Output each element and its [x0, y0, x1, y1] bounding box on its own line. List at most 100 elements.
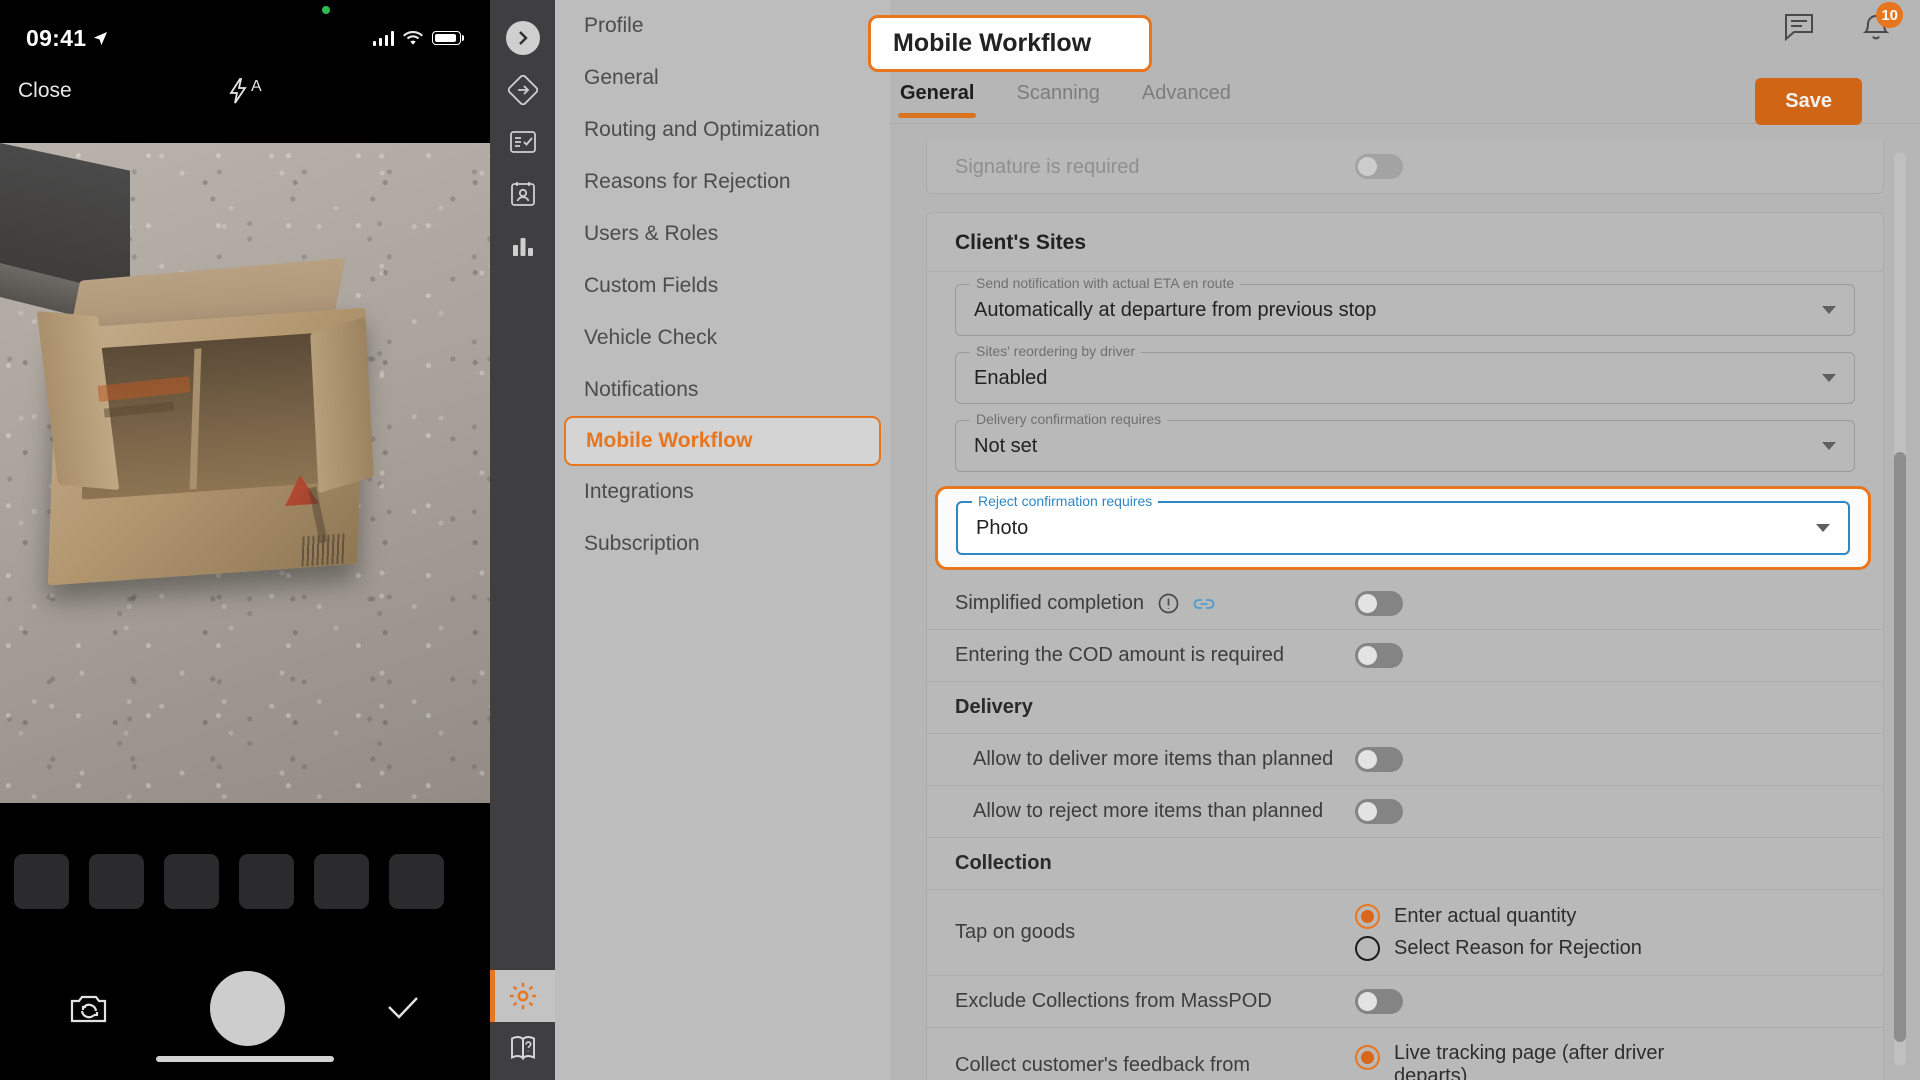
link-icon[interactable]	[1193, 596, 1215, 612]
photo-thumbnail[interactable]	[239, 854, 294, 909]
signal-bars-icon	[372, 30, 394, 46]
row-simplified-completion: Simplified completion	[927, 578, 1883, 630]
tap-on-goods-label: Tap on goods	[955, 921, 1076, 943]
photo-thumbnail-strip[interactable]	[14, 854, 444, 909]
field-value: Photo	[976, 516, 1029, 539]
reject-more-items-toggle[interactable]	[1355, 799, 1403, 824]
scrollbar-thumb[interactable]	[1894, 452, 1906, 1042]
signature-required-label: Signature is required	[955, 156, 1140, 178]
topbar-icons: 10	[1784, 2, 1903, 47]
tab-scanning[interactable]: Scanning	[1016, 82, 1099, 117]
heading-delivery: Delivery	[927, 682, 1883, 734]
bar-chart-icon[interactable]	[490, 220, 555, 272]
status-right-group	[372, 30, 464, 46]
field-legend: Send notification with actual ETA en rou…	[970, 275, 1241, 291]
exclude-collections-label: Exclude Collections from MassPOD	[955, 990, 1272, 1012]
field-value: Not set	[974, 434, 1038, 457]
shutter-button[interactable]	[209, 970, 285, 1046]
radio-button[interactable]	[1355, 904, 1380, 929]
icon-rail	[490, 0, 555, 1080]
info-icon[interactable]	[1158, 593, 1179, 614]
deliver-more-items-label: Allow to deliver more items than planned	[973, 748, 1334, 770]
signature-required-toggle[interactable]	[1355, 154, 1403, 179]
wifi-icon	[403, 30, 423, 45]
gear-icon[interactable]	[490, 970, 555, 1022]
radio-label: Enter actual quantity	[1394, 905, 1577, 927]
cardboard-box	[36, 257, 382, 603]
sidebar-item-users-roles[interactable]: Users & Roles	[555, 208, 890, 260]
camera-viewfinder	[0, 143, 490, 803]
photo-thumbnail[interactable]	[14, 854, 69, 909]
section-title-clients-sites: Client's Sites	[955, 231, 1087, 254]
row-tap-on-goods: Tap on goods Enter actual quantity Selec…	[927, 890, 1883, 976]
radio-button[interactable]	[1355, 936, 1380, 961]
radio-option-live-tracking-page[interactable]: Live tracking page (after driver departs…	[1355, 1042, 1665, 1080]
field-delivery-confirmation[interactable]: Delivery confirmation requires Not set	[927, 408, 1883, 476]
chevron-down-icon[interactable]	[1822, 374, 1836, 382]
radio-label: Live tracking page (after driver departs…	[1394, 1042, 1665, 1080]
field-reject-confirmation[interactable]: Reject confirmation requires Photo	[935, 486, 1871, 570]
sidebar-item-integrations[interactable]: Integrations	[555, 466, 890, 518]
settings-scroll-area[interactable]: Signature is required Client's Sites Sen…	[890, 140, 1920, 1080]
photo-thumbnail[interactable]	[314, 854, 369, 909]
scrollbar-track[interactable]	[1894, 152, 1906, 1066]
field-value: Automatically at departure from previous…	[974, 298, 1377, 321]
tab-advanced[interactable]: Advanced	[1142, 82, 1231, 117]
sidebar-item-routing[interactable]: Routing and Optimization	[555, 104, 890, 156]
sidebar-item-general[interactable]: General	[555, 52, 890, 104]
route-icon[interactable]	[490, 64, 555, 116]
photo-thumbnail[interactable]	[164, 854, 219, 909]
cod-amount-toggle[interactable]	[1355, 643, 1403, 668]
photo-thumbnail[interactable]	[89, 854, 144, 909]
camera-flip-icon[interactable]	[70, 992, 108, 1025]
sidebar-item-custom-fields[interactable]: Custom Fields	[555, 260, 890, 312]
field-sites-reordering[interactable]: Sites' reordering by driver Enabled	[927, 340, 1883, 408]
sidebar-item-notifications[interactable]: Notifications	[555, 364, 890, 416]
bell-icon[interactable]: 10	[1862, 2, 1903, 47]
page-title: Mobile Workflow	[868, 15, 1153, 72]
camera-top-bar: Close A	[0, 62, 490, 120]
settings-menu: Profile General Routing and Optimization…	[555, 0, 890, 1080]
flash-auto-icon[interactable]: A	[228, 78, 262, 105]
main-content: Mobile Workflow 10 General Scanning Adva…	[868, 0, 1920, 1080]
radio-option-select-reason[interactable]: Select Reason for Rejection	[1355, 936, 1642, 961]
sidebar-item-reasons[interactable]: Reasons for Rejection	[555, 156, 890, 208]
camera-close-button[interactable]: Close	[18, 79, 72, 103]
sidebar-item-subscription[interactable]: Subscription	[555, 518, 890, 570]
row-exclude-collections: Exclude Collections from MassPOD	[927, 976, 1883, 1028]
radio-option-enter-actual-quantity[interactable]: Enter actual quantity	[1355, 904, 1642, 929]
collapse-chevron-icon[interactable]	[490, 12, 555, 64]
camera-bottom-bar	[0, 803, 490, 1080]
row-deliver-more-items: Allow to deliver more items than planned	[927, 734, 1883, 786]
status-time: 09:41	[26, 24, 87, 51]
photo-thumbnail[interactable]	[389, 854, 444, 909]
chevron-down-icon[interactable]	[1816, 524, 1830, 532]
chevron-down-icon[interactable]	[1822, 306, 1836, 314]
checklist-icon[interactable]	[490, 116, 555, 168]
contact-card-icon[interactable]	[490, 168, 555, 220]
sidebar-item-mobile-workflow[interactable]: Mobile Workflow	[564, 416, 881, 466]
chat-icon[interactable]	[1784, 13, 1814, 46]
radio-button[interactable]	[1355, 1045, 1380, 1070]
card-partial-top: Signature is required	[926, 140, 1884, 194]
deliver-more-items-toggle[interactable]	[1355, 747, 1403, 772]
tab-general[interactable]: General	[897, 82, 977, 118]
collect-feedback-label: Collect customer's feedback from	[955, 1053, 1251, 1076]
exclude-collections-toggle[interactable]	[1355, 989, 1403, 1014]
help-book-icon[interactable]	[490, 1022, 555, 1074]
simplified-completion-toggle[interactable]	[1355, 591, 1403, 616]
camera-in-use-indicator	[322, 6, 330, 14]
save-button[interactable]: Save	[1755, 78, 1862, 125]
sidebar-item-profile[interactable]: Profile	[555, 0, 890, 52]
field-legend: Delivery confirmation requires	[970, 411, 1168, 427]
row-cod-amount: Entering the COD amount is required	[927, 630, 1883, 682]
battery-icon	[432, 31, 461, 45]
field-eta-notification[interactable]: Send notification with actual ETA en rou…	[927, 272, 1883, 340]
sidebar-item-vehicle-check[interactable]: Vehicle Check	[555, 312, 890, 364]
checkmark-icon[interactable]	[386, 994, 420, 1022]
field-legend: Sites' reordering by driver	[970, 343, 1142, 359]
heading-collection: Collection	[927, 838, 1883, 890]
chevron-down-icon[interactable]	[1822, 442, 1836, 450]
notification-badge: 10	[1876, 2, 1903, 28]
subsection-collection: Collection	[955, 852, 1052, 874]
